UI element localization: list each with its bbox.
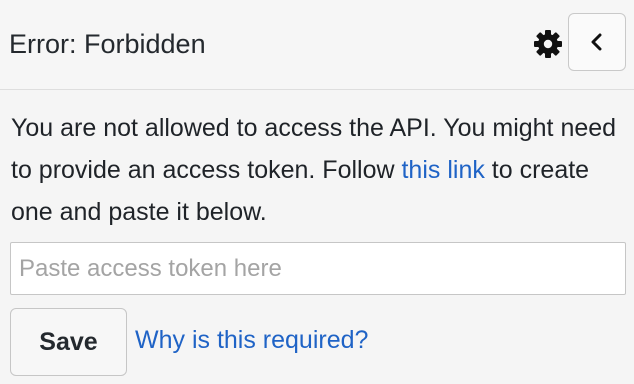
chevron-left-icon [591,33,602,51]
create-token-link[interactable]: this link [401,156,484,184]
why-required-link[interactable]: Why is this required? [135,324,368,356]
save-button[interactable]: Save [10,308,127,376]
gear-icon[interactable] [532,28,564,60]
error-message: You are not allowed to access the API. Y… [11,107,621,233]
page-title: Error: Forbidden [9,29,206,59]
panel-header: Error: Forbidden [0,0,634,90]
collapse-button[interactable] [568,13,626,71]
access-token-input[interactable] [10,242,626,295]
